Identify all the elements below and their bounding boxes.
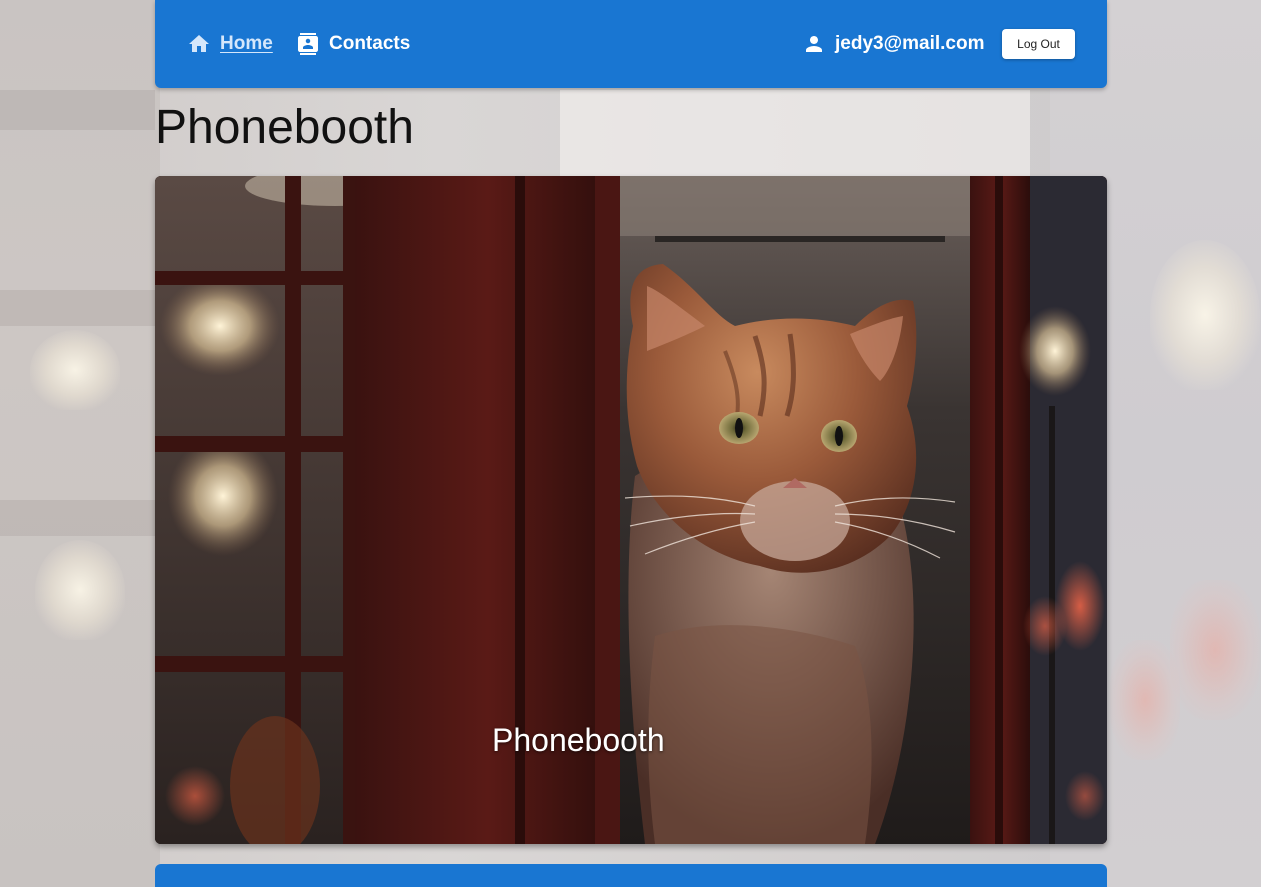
hero-image-card: Phonebooth bbox=[155, 176, 1107, 844]
home-icon bbox=[187, 32, 211, 56]
logout-button[interactable]: Log Out bbox=[1002, 29, 1075, 59]
background-bar bbox=[0, 90, 155, 130]
person-icon bbox=[802, 32, 826, 56]
background-bar bbox=[0, 500, 155, 536]
background-glow bbox=[1170, 580, 1260, 720]
background-bar bbox=[0, 290, 155, 326]
nav-link-contacts[interactable]: Contacts bbox=[296, 30, 410, 58]
user-email: jedy3@mail.com bbox=[835, 33, 985, 54]
background-frame-left bbox=[0, 0, 160, 887]
user-info: jedy3@mail.com bbox=[802, 30, 984, 58]
nav-link-contacts-label: Contacts bbox=[329, 33, 411, 54]
background-lamp bbox=[1150, 240, 1260, 390]
background-lamp bbox=[30, 330, 120, 410]
page-title: Phonebooth bbox=[155, 101, 414, 154]
background-lamp bbox=[35, 540, 125, 640]
nav-link-home-label: Home bbox=[220, 33, 273, 54]
contacts-icon bbox=[296, 32, 320, 56]
hero-caption: Phonebooth bbox=[492, 722, 665, 758]
nav-link-home[interactable]: Home bbox=[187, 30, 273, 58]
bottom-card bbox=[155, 864, 1107, 887]
top-nav-bar: Home Contacts jedy3@mail.com Log Out bbox=[155, 0, 1107, 88]
background-glow bbox=[1110, 640, 1180, 760]
